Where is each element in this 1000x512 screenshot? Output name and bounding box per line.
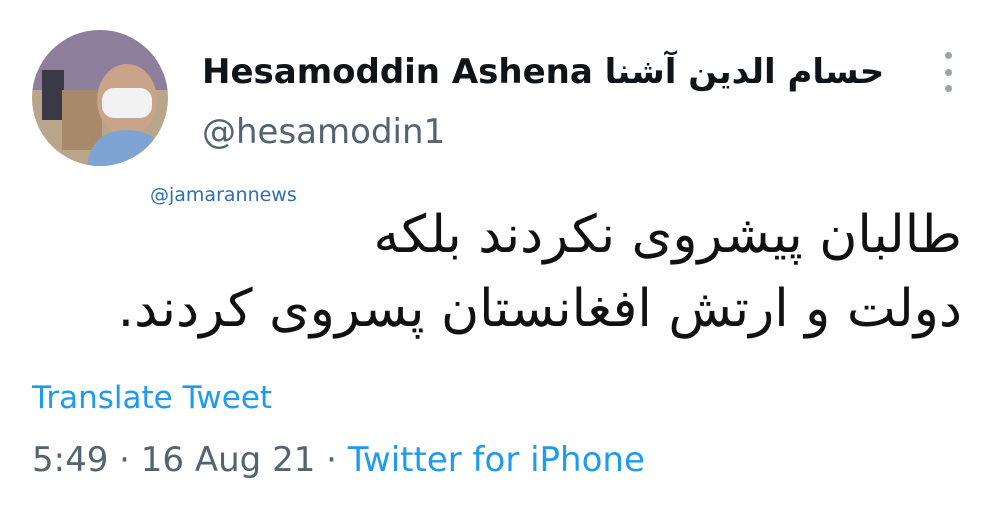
tweet-line: طالبان پیشروی نکردند بلکه	[373, 205, 962, 265]
tweet-source-link[interactable]: Twitter for iPhone	[348, 440, 645, 480]
tweet-text: طالبان پیشروی نکردند بلکه دولت و ارتش اف…	[117, 198, 962, 346]
user-handle[interactable]: @hesamodin1	[202, 110, 445, 154]
translate-tweet-link[interactable]: Translate Tweet	[32, 380, 272, 416]
avatar[interactable]	[32, 30, 168, 166]
more-vertical-icon[interactable]	[936, 52, 960, 92]
meta-separator: ·	[326, 440, 337, 480]
display-name[interactable]: Hesamoddin Ashena حسام الدین آشنا	[202, 50, 884, 94]
tweet-line: دولت و ارتش افغانستان پسروی کردند.	[117, 279, 962, 339]
tweet-date[interactable]: 16 Aug 21	[141, 440, 316, 480]
tweet-time[interactable]: 5:49	[32, 440, 108, 480]
tweet-meta: 5:49 · 16 Aug 21 · Twitter for iPhone	[32, 440, 645, 480]
meta-separator: ·	[119, 440, 130, 480]
